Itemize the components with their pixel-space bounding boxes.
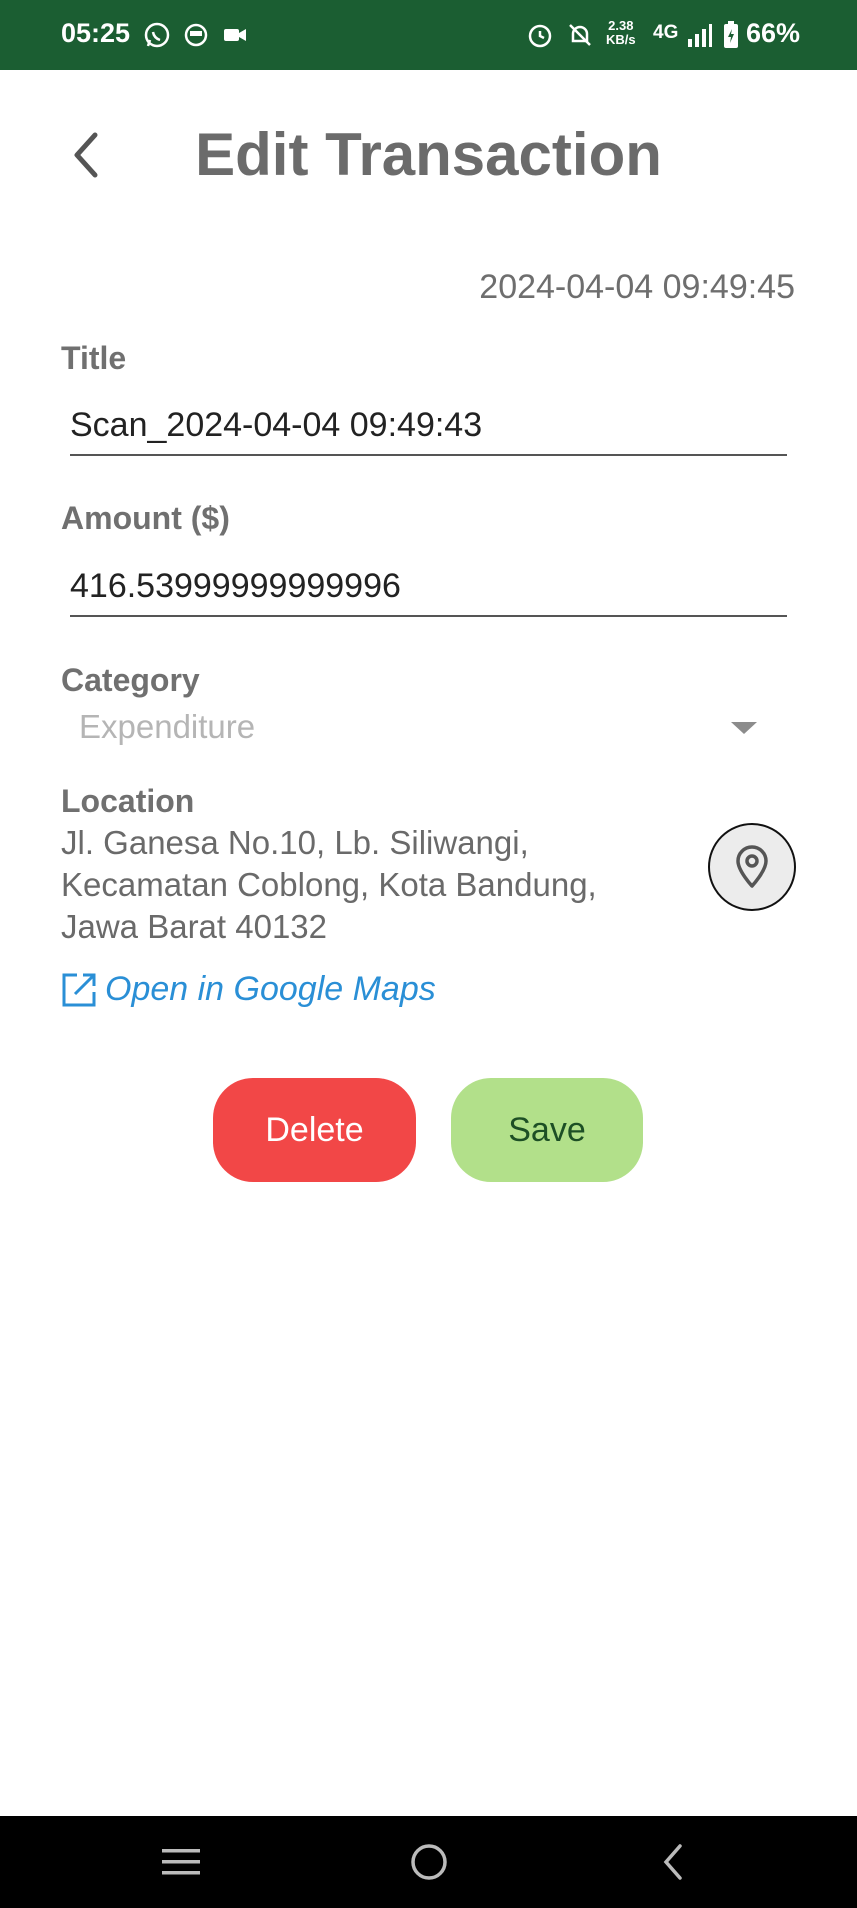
menu-icon[interactable] (151, 1836, 211, 1888)
battery-percent: 66% (746, 18, 801, 48)
category-dropdown[interactable]: Expenditure (61, 700, 781, 756)
maps-link-label: Open in Google Maps (105, 970, 436, 1008)
status-time: 05:25 (61, 18, 131, 48)
save-button[interactable]: Save (451, 1078, 643, 1182)
status-bar: 05:25 2.38 KB/s 4G 66% (0, 0, 857, 70)
title-input[interactable] (70, 396, 787, 456)
navigation-bar (0, 1816, 857, 1908)
category-label: Category (61, 662, 200, 698)
external-link-icon (62, 973, 96, 1006)
pick-location-button[interactable] (708, 823, 796, 911)
chat-icon (183, 20, 209, 50)
amount-label: Amount ($) (61, 500, 230, 536)
back-icon[interactable] (643, 1836, 703, 1888)
open-google-maps-link[interactable]: Open in Google Maps (61, 970, 436, 1009)
dropdown-arrow-icon (731, 722, 757, 734)
whatsapp-icon (143, 20, 171, 50)
location-label: Location (61, 783, 195, 819)
transaction-timestamp: 2024-04-04 09:49:45 (479, 268, 795, 306)
alarm-icon (526, 20, 554, 50)
title-label: Title (61, 340, 127, 376)
network-speed: 2.38 KB/s (606, 18, 636, 47)
page-title: Edit Transaction (195, 121, 662, 188)
network-type: 4G (653, 22, 679, 43)
delete-button[interactable]: Delete (213, 1078, 416, 1182)
bell-off-icon (566, 20, 594, 50)
amount-input[interactable] (70, 557, 787, 617)
category-value: Expenditure (79, 708, 256, 745)
signal-icon (685, 20, 713, 50)
map-pin-icon (736, 845, 768, 888)
battery-charging-icon (722, 20, 740, 50)
video-icon (222, 20, 248, 50)
home-icon[interactable] (399, 1836, 459, 1888)
location-address: Jl. Ganesa No.10, Lb. Siliwangi, Kecamat… (61, 824, 597, 945)
